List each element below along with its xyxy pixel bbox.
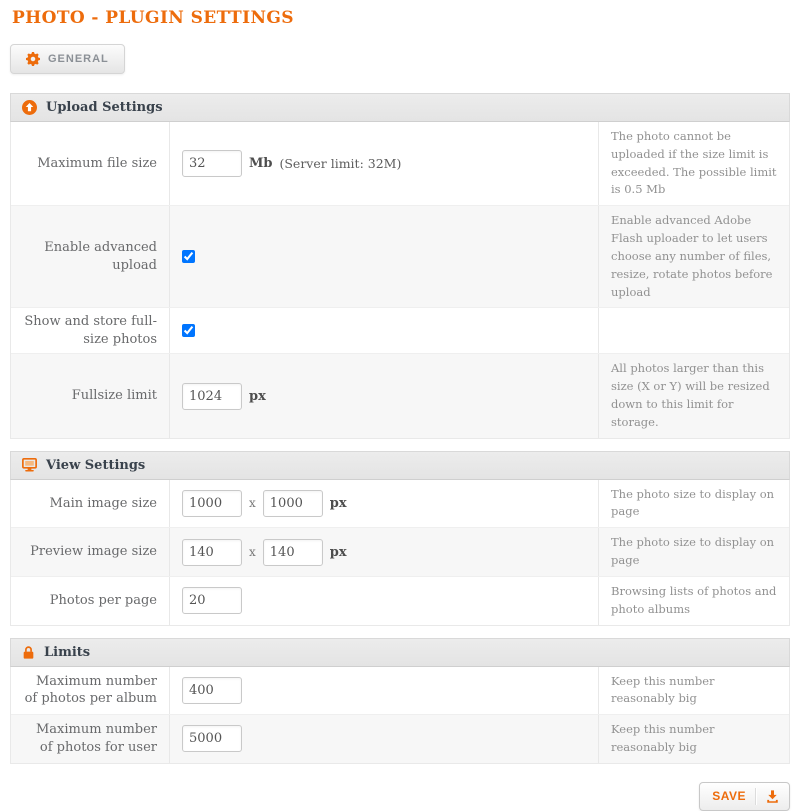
settings-row-photos-per-page: Photos per page Browsing lists of photos… xyxy=(11,576,789,625)
dimension-separator: x xyxy=(249,496,256,510)
section-limits-body: Maximum number of photos per album Keep … xyxy=(10,667,790,764)
settings-row-main-image-size: Main image size x px The photo size to d… xyxy=(11,480,789,528)
row-help: The photo size to display on page xyxy=(598,480,789,528)
row-help: Keep this number reasonably big xyxy=(598,715,789,763)
photos-per-page-input[interactable] xyxy=(182,587,242,614)
tab-general-label: GENERAL xyxy=(48,53,109,65)
row-help: Browsing lists of photos and photo album… xyxy=(598,577,789,625)
main-image-height-input[interactable] xyxy=(263,490,323,517)
max-photos-user-input[interactable] xyxy=(182,725,242,752)
monitor-icon xyxy=(22,458,37,472)
page-title: PHOTO - PLUGIN SETTINGS xyxy=(12,8,790,28)
settings-row-fullsize-limit: Fullsize limit px All photos larger than… xyxy=(11,353,789,437)
row-help: Keep this number reasonably big xyxy=(598,667,789,715)
save-button-label: SAVE xyxy=(712,789,746,803)
fullsize-limit-input[interactable] xyxy=(182,383,242,410)
row-label: Photos per page xyxy=(11,577,169,625)
row-label: Maximum number of photos per album xyxy=(11,667,169,715)
row-help: All photos larger than this size (X or Y… xyxy=(598,354,789,437)
settings-row-fullsize-photos: Show and store full-size photos xyxy=(11,307,789,353)
section-limits-header: Limits xyxy=(10,638,790,667)
row-label: Show and store full-size photos xyxy=(11,308,169,353)
row-help xyxy=(598,308,789,353)
upload-icon xyxy=(22,100,37,115)
row-label: Maximum file size xyxy=(11,122,169,205)
max-photos-album-input[interactable] xyxy=(182,677,242,704)
settings-row-max-photos-user: Maximum number of photos for user Keep t… xyxy=(11,714,789,763)
row-label: Main image size xyxy=(11,480,169,528)
settings-row-max-photos-album: Maximum number of photos per album Keep … xyxy=(11,667,789,715)
settings-row-advanced-upload: Enable advanced upload Enable advanced A… xyxy=(11,205,789,307)
tab-bar: GENERAL xyxy=(10,44,790,74)
lock-icon xyxy=(22,645,35,660)
settings-row-preview-image-size: Preview image size x px The photo size t… xyxy=(11,527,789,576)
section-view-body: Main image size x px The photo size to d… xyxy=(10,480,790,626)
footer-toolbar: SAVE xyxy=(10,782,790,811)
main-image-width-input[interactable] xyxy=(182,490,242,517)
max-file-size-input[interactable] xyxy=(182,150,242,177)
gear-icon xyxy=(26,52,40,66)
section-view-settings: View Settings Main image size x px The p… xyxy=(10,451,790,626)
button-divider xyxy=(755,788,757,805)
fullsize-photos-checkbox[interactable] xyxy=(182,324,195,337)
section-upload-header: Upload Settings xyxy=(10,93,790,122)
section-limits: Limits Maximum number of photos per albu… xyxy=(10,638,790,764)
preview-image-height-input[interactable] xyxy=(263,539,323,566)
unit-label: px xyxy=(330,545,347,560)
section-upload-title: Upload Settings xyxy=(46,100,163,115)
tab-general[interactable]: GENERAL xyxy=(10,44,125,74)
row-help: The photo size to display on page xyxy=(598,528,789,576)
row-label: Fullsize limit xyxy=(11,354,169,437)
row-label: Enable advanced upload xyxy=(11,206,169,307)
unit-label: Mb xyxy=(249,156,272,171)
preview-image-width-input[interactable] xyxy=(182,539,242,566)
row-label: Maximum number of photos for user xyxy=(11,715,169,763)
save-button[interactable]: SAVE xyxy=(699,782,790,811)
row-help: Enable advanced Adobe Flash uploader to … xyxy=(598,206,789,307)
save-icon xyxy=(765,789,780,804)
server-limit-note: (Server limit: 32M) xyxy=(279,156,401,171)
section-view-header: View Settings xyxy=(10,451,790,480)
advanced-upload-checkbox[interactable] xyxy=(182,250,195,263)
row-label: Preview image size xyxy=(11,528,169,576)
unit-label: px xyxy=(330,496,347,511)
row-help: The photo cannot be uploaded if the size… xyxy=(598,122,789,205)
unit-label: px xyxy=(249,389,266,404)
section-limits-title: Limits xyxy=(44,645,90,660)
settings-row-max-file-size: Maximum file size Mb (Server limit: 32M)… xyxy=(11,122,789,205)
settings-page: PHOTO - PLUGIN SETTINGS GENERAL Upload S… xyxy=(0,0,800,811)
section-upload-body: Maximum file size Mb (Server limit: 32M)… xyxy=(10,122,790,439)
section-upload-settings: Upload Settings Maximum file size Mb (Se… xyxy=(10,93,790,439)
dimension-separator: x xyxy=(249,545,256,559)
section-view-title: View Settings xyxy=(46,458,145,473)
